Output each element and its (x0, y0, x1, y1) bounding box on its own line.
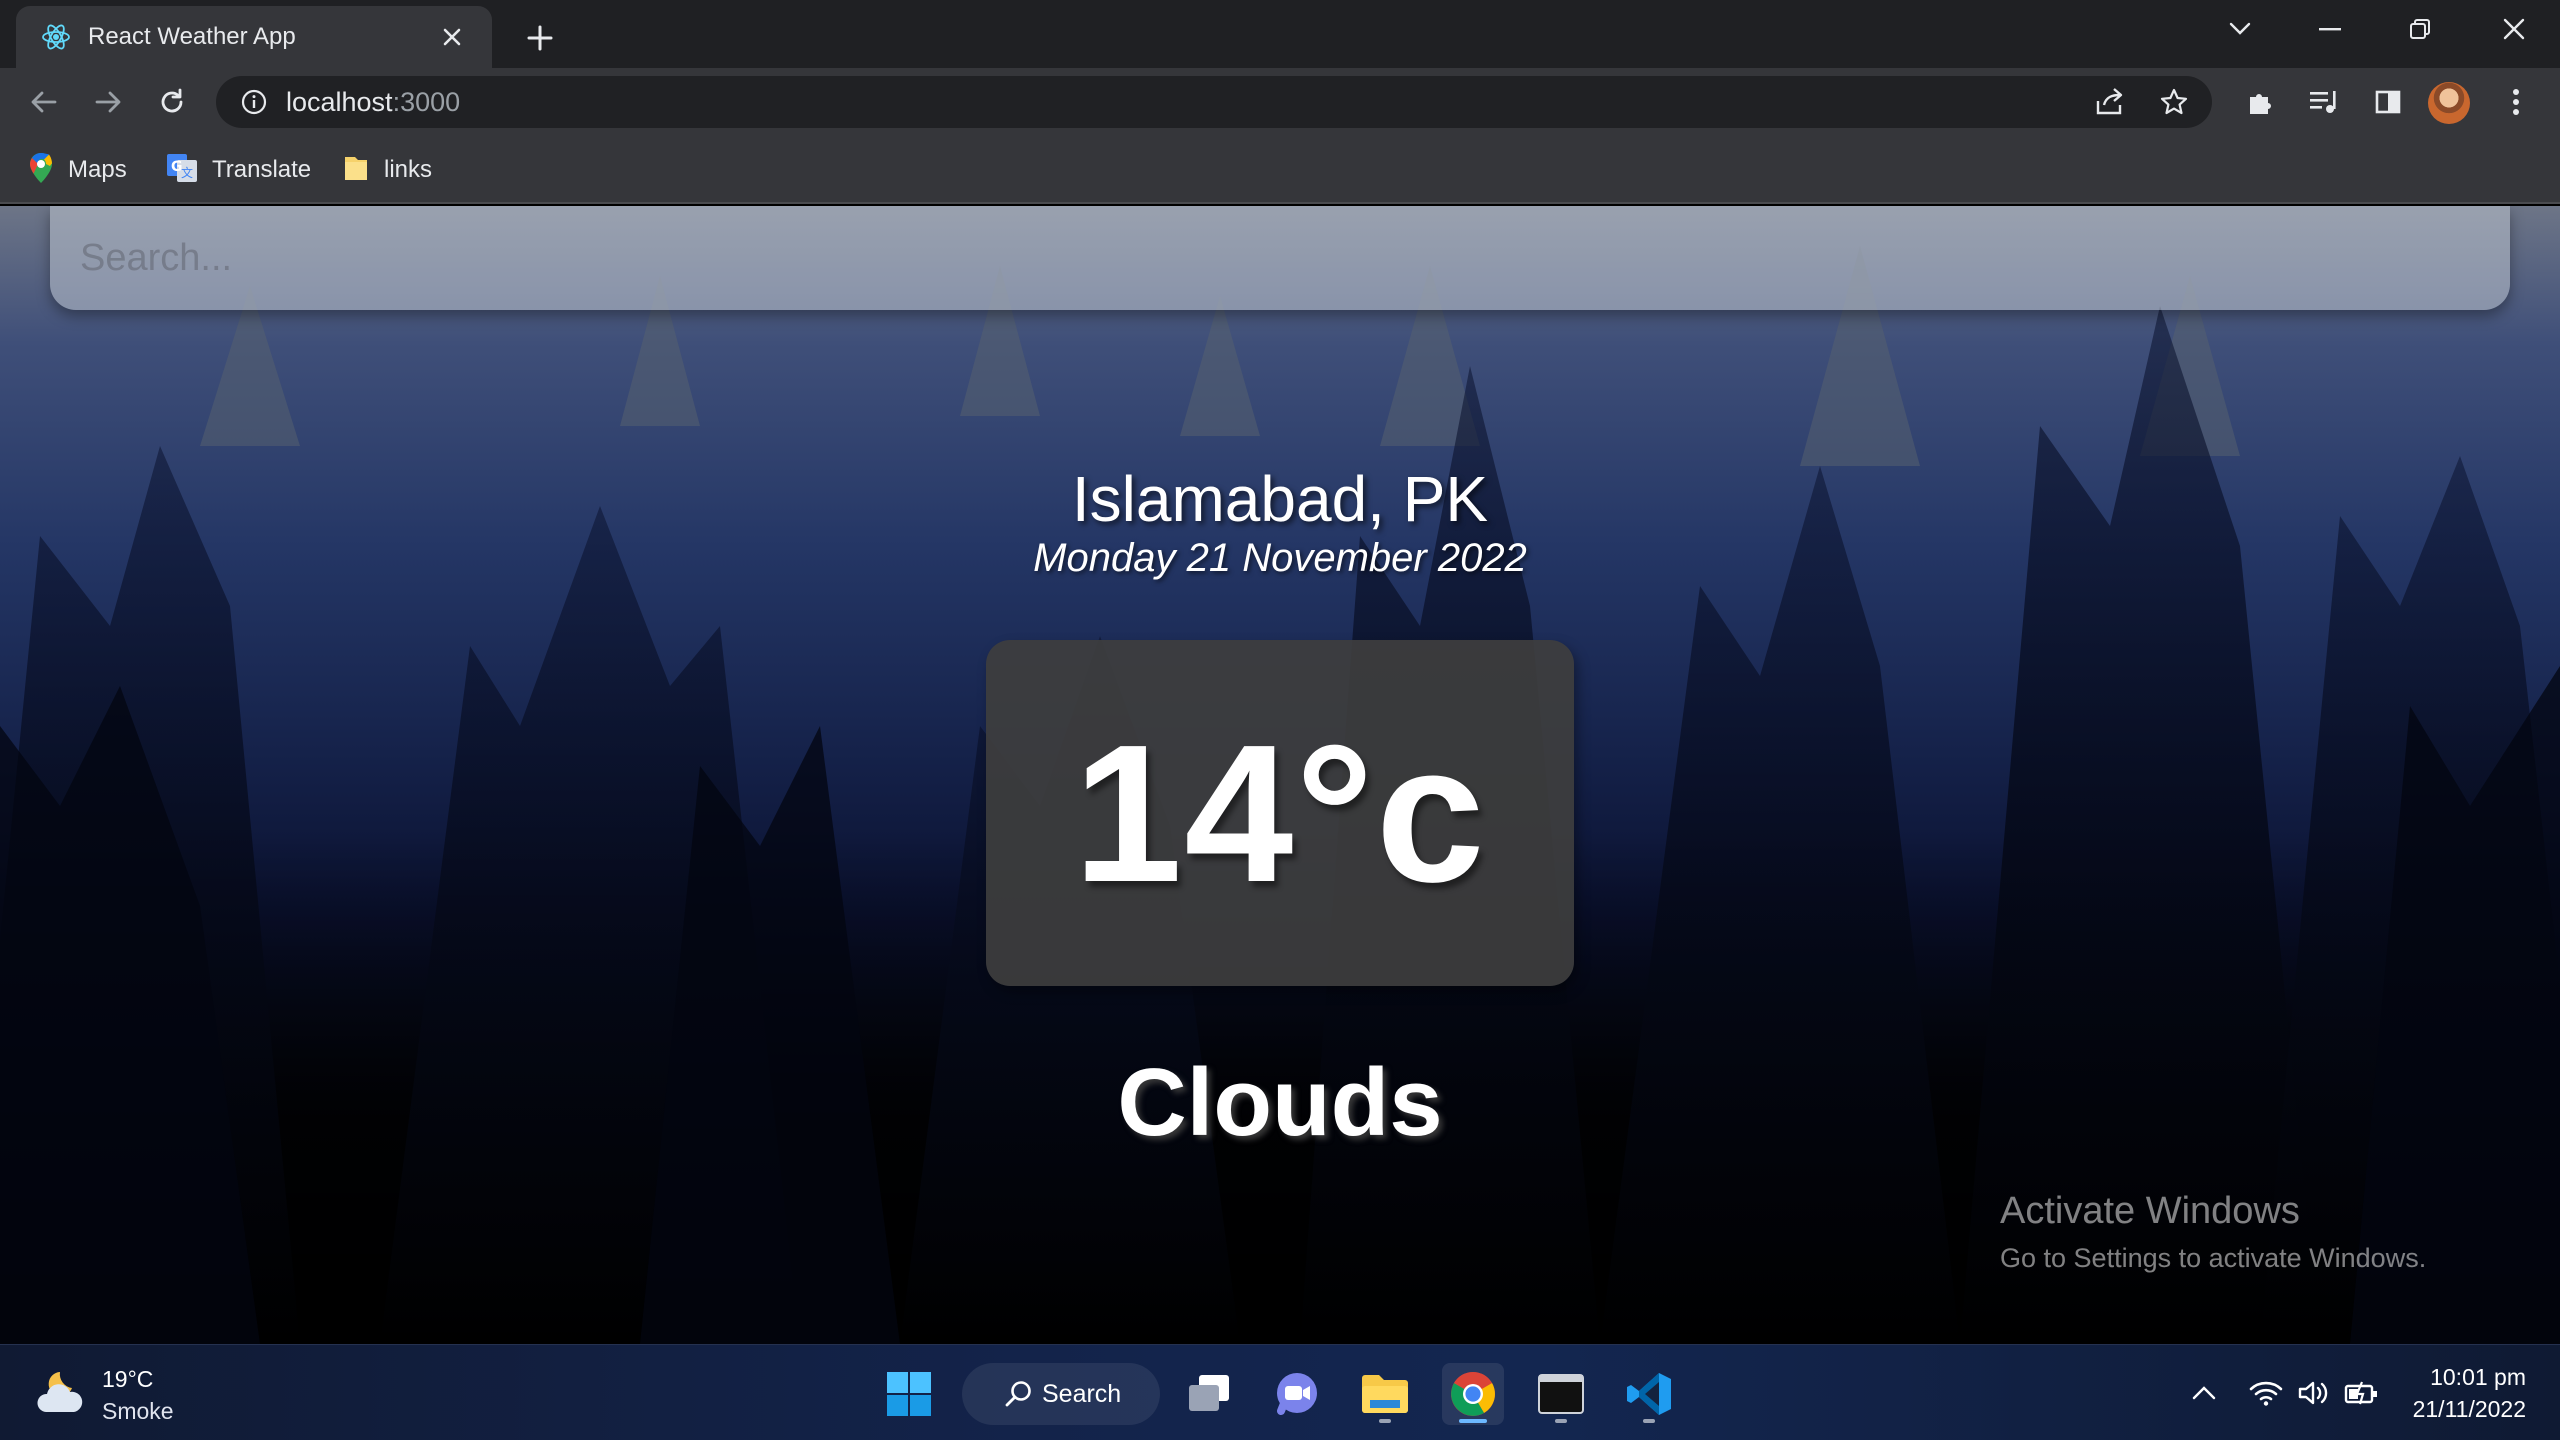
react-logo-icon (40, 21, 72, 53)
media-queue-icon[interactable] (2300, 78, 2348, 126)
browser-tab-strip: React Weather App (0, 0, 2560, 68)
reload-icon[interactable] (148, 78, 196, 126)
svg-text:文: 文 (181, 165, 193, 180)
clock-date: 21/11/2022 (2412, 1396, 2526, 1422)
watermark-title: Activate Windows (2000, 1190, 2300, 1232)
weather-widget[interactable]: 19°C Smoke (34, 1363, 174, 1427)
weather-widget-temp: 19°C (102, 1366, 154, 1392)
weather-condition: Clouds (1117, 1049, 1443, 1156)
temperature-box: 14°c (986, 640, 1574, 986)
volume-icon[interactable] (2294, 1373, 2334, 1413)
bookmark-star-icon[interactable] (2148, 76, 2200, 128)
start-windows-icon[interactable] (878, 1363, 940, 1425)
folder-icon (342, 153, 370, 188)
chrome-icon[interactable] (1442, 1363, 1504, 1425)
cloudy-moon-icon (34, 1368, 88, 1423)
weather-widget-desc: Smoke (102, 1398, 174, 1424)
profile-avatar[interactable] (2428, 82, 2470, 124)
watermark-subtitle: Go to Settings to activate Windows. (2000, 1243, 2427, 1273)
search-input[interactable] (50, 206, 2510, 310)
close-window-icon[interactable] (2484, 6, 2544, 52)
share-icon[interactable] (2084, 76, 2136, 128)
bookmark-translate[interactable]: G文 Translate (166, 148, 311, 192)
chevron-up-icon[interactable] (2184, 1373, 2224, 1413)
location-title: Islamabad, PK (1071, 463, 1489, 535)
bookmark-label: Translate (212, 156, 312, 183)
bookmark-label: links (384, 156, 433, 183)
restore-icon[interactable] (2390, 6, 2450, 52)
running-indicator (1379, 1419, 1391, 1423)
activate-windows-watermark: Activate Windows Go to Settings to activ… (2000, 1190, 2426, 1274)
bookmarks-bar: Maps G文 Translate links (0, 136, 2560, 204)
address-bar[interactable]: localhost:3000 (216, 76, 2212, 128)
taskbar-search-label: Search (1042, 1379, 1122, 1408)
google-maps-icon (28, 152, 54, 189)
vscode-icon[interactable] (1618, 1363, 1680, 1425)
screen: React Weather App localhost:3000 Maps G… (0, 0, 2560, 1440)
google-translate-icon: G文 (166, 153, 198, 188)
close-tab-icon[interactable] (432, 17, 472, 57)
teams-chat-icon[interactable] (1266, 1363, 1328, 1425)
new-tab-plus-icon[interactable] (516, 14, 564, 62)
search-icon (1004, 1379, 1034, 1414)
browser-tab[interactable]: React Weather App (16, 6, 492, 68)
kebab-menu-icon[interactable] (2492, 78, 2540, 126)
terminal-icon[interactable] (1530, 1363, 1592, 1425)
browser-toolbar: localhost:3000 (0, 68, 2560, 136)
url-port: :3000 (392, 86, 461, 117)
tab-search-chevron-icon[interactable] (2210, 6, 2270, 52)
site-info-icon[interactable] (238, 86, 270, 118)
back-arrow-icon[interactable] (20, 78, 68, 126)
bookmark-maps[interactable]: Maps (28, 148, 127, 192)
running-indicator (1555, 1419, 1567, 1423)
forward-arrow-icon[interactable] (84, 78, 132, 126)
bookmark-links-folder[interactable]: links (342, 148, 432, 192)
minimize-icon[interactable] (2300, 6, 2360, 52)
active-indicator (1459, 1419, 1487, 1423)
temperature-value: 14°c (1073, 703, 1487, 923)
side-panel-icon[interactable] (2364, 78, 2412, 126)
file-explorer-icon[interactable] (1354, 1363, 1416, 1425)
running-indicator (1643, 1419, 1655, 1423)
taskbar-search-button[interactable]: Search (962, 1363, 1160, 1425)
windows-taskbar: 19°C Smoke Search 10:01 pm 21/11/2022 (0, 1344, 2560, 1440)
system-clock[interactable]: 10:01 pm 21/11/2022 (2398, 1361, 2526, 1425)
tab-title: React Weather App (88, 23, 296, 50)
page-viewport: Islamabad, PK Monday 21 November 2022 14… (0, 206, 2560, 1344)
clock-time: 10:01 pm (2430, 1364, 2526, 1390)
task-view-icon[interactable] (1178, 1363, 1240, 1425)
battery-charging-icon[interactable] (2342, 1373, 2382, 1413)
wifi-icon[interactable] (2246, 1373, 2286, 1413)
extensions-puzzle-icon[interactable] (2236, 78, 2284, 126)
url-host: localhost (286, 86, 393, 117)
date-label: Monday 21 November 2022 (1033, 536, 1527, 580)
bookmark-label: Maps (68, 156, 127, 183)
